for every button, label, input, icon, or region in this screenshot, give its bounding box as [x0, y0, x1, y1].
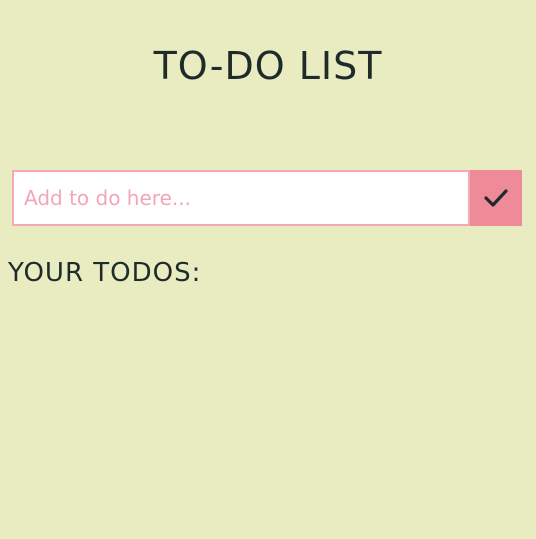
new-todo-form [12, 170, 522, 226]
page-title: TO-DO LIST [153, 44, 383, 88]
todo-app: TO-DO LIST YOUR TODOS: [0, 0, 536, 539]
add-todo-button[interactable] [470, 170, 522, 226]
todos-heading: YOUR TODOS: [8, 258, 202, 288]
todo-input[interactable] [12, 170, 470, 226]
checkmark-icon [482, 184, 510, 212]
